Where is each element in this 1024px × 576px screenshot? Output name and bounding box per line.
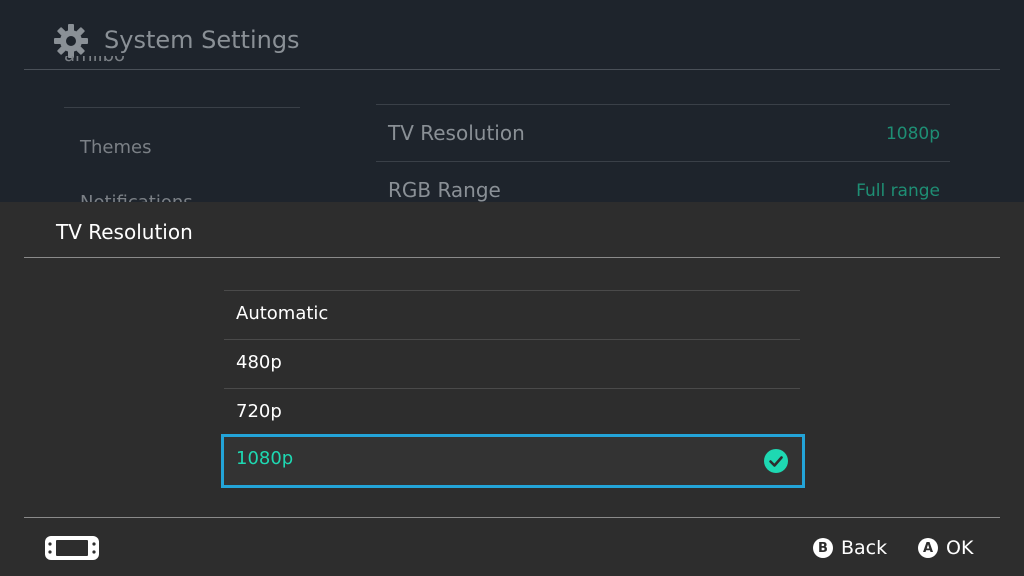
sidebar-item-notifications[interactable]: Notifications (80, 192, 193, 202)
option-480p[interactable]: 480p (224, 340, 800, 388)
rgb-range-row-label[interactable]: RGB Range (388, 178, 501, 202)
background-settings-screen: System Settings amiibo Themes Notificati… (0, 0, 1024, 202)
option-label: Automatic (236, 303, 329, 324)
back-button[interactable]: B Back (813, 536, 887, 560)
option-automatic[interactable]: Automatic (224, 291, 800, 339)
dialog-title: TV Resolution (56, 220, 193, 244)
option-1080p-selected[interactable]: 1080p (221, 434, 805, 488)
footer-divider (24, 517, 1000, 518)
option-label: 720p (236, 401, 282, 422)
sidebar-item-amiibo[interactable]: amiibo (64, 56, 304, 78)
checkmark-icon (764, 449, 788, 473)
row-divider (376, 104, 950, 105)
ok-button[interactable]: A OK (918, 536, 973, 560)
option-720p[interactable]: 720p (224, 389, 800, 437)
b-button-icon: B (813, 538, 833, 558)
console-handheld-icon (45, 536, 99, 560)
a-button-icon: A (918, 538, 938, 558)
sidebar-divider (64, 107, 300, 108)
sidebar-item-themes[interactable]: Themes (80, 137, 151, 158)
option-label: 1080p (236, 448, 294, 469)
tv-resolution-row-label[interactable]: TV Resolution (388, 121, 525, 145)
tv-resolution-row-value: 1080p (885, 124, 940, 144)
dialog-title-divider (24, 257, 1000, 258)
row-divider (376, 161, 950, 162)
rgb-range-row-value: Full range (856, 181, 940, 201)
option-label: 480p (236, 352, 282, 373)
sidebar-item-label: amiibo (64, 56, 125, 66)
back-label: Back (841, 537, 888, 559)
ok-label: OK (946, 537, 974, 559)
settings-title: System Settings (104, 26, 300, 54)
tv-resolution-dialog: TV Resolution Automatic 480p 720p 1080p … (0, 202, 1024, 576)
gear-icon (54, 24, 88, 58)
